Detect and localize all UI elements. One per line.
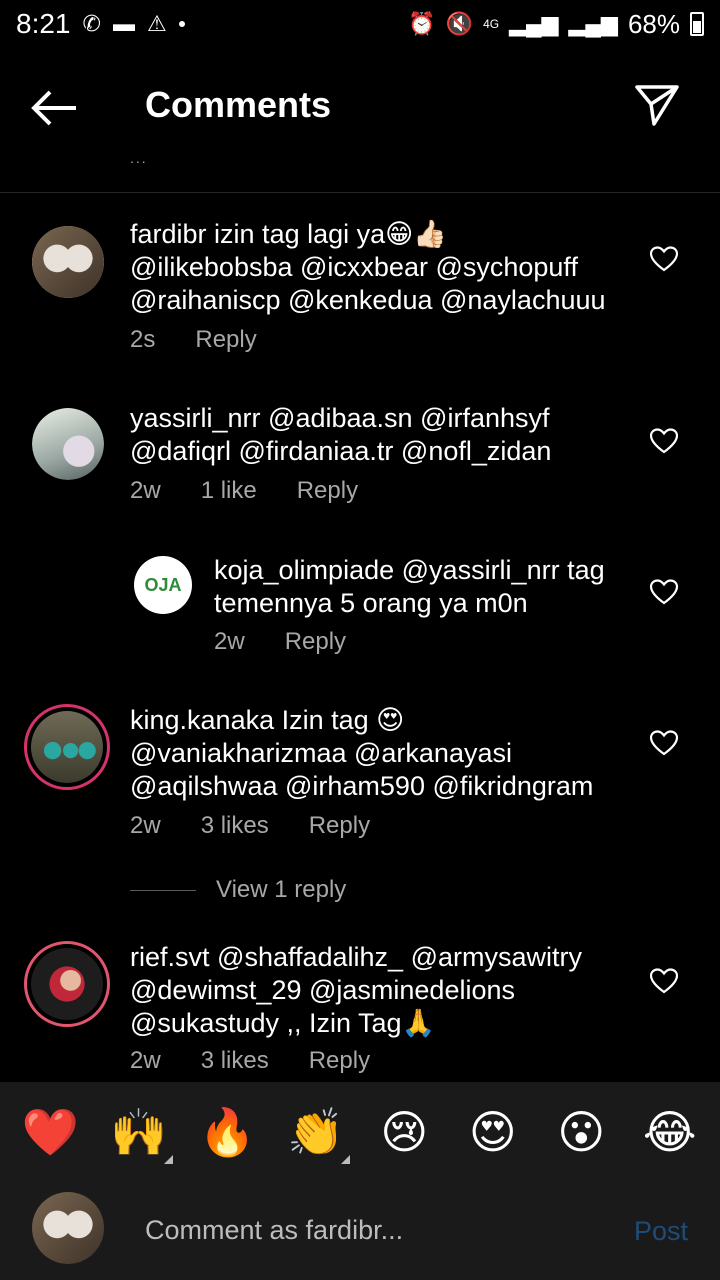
emoji-raised-hands-glyph: 🙌	[110, 1105, 168, 1158]
comment-input[interactable]	[145, 1210, 585, 1250]
emoji-raised-hands-button[interactable]: 🙌	[109, 1105, 173, 1164]
status-bar: 8:21 ✆ ▬ ⚠ ⏰ 🔇 4G ▂▄▆ ▂▄▆ 68%	[0, 0, 720, 48]
whatsapp-icon: ✆	[82, 11, 101, 36]
emoji-clap-glyph: 👏	[287, 1105, 345, 1158]
comment-text: koja_olimpiade @yassirli_nrr tag temenny…	[214, 554, 605, 620]
avatar[interactable]	[32, 226, 104, 298]
comment-meta: 2s Reply	[130, 326, 257, 354]
comment-meta: 2w Reply	[214, 628, 346, 656]
send-icon[interactable]	[634, 82, 680, 128]
comment-time: 2w	[130, 477, 161, 504]
heart-icon[interactable]	[650, 968, 678, 994]
reply-button[interactable]: Reply	[297, 477, 358, 505]
reply-button[interactable]: Reply	[309, 812, 370, 840]
view-replies-button[interactable]: View 1 reply	[130, 876, 346, 904]
comment-text: rief.svt @shaffadalihz_ @armysawitry @de…	[130, 941, 582, 1040]
view-replies-line	[130, 889, 196, 891]
notification-dot-icon	[178, 21, 185, 27]
current-user-avatar	[32, 1192, 104, 1264]
likes-count[interactable]: 3 likes	[201, 812, 269, 840]
comment-username[interactable]: fardibr	[130, 219, 207, 249]
comment-body: @yassirli_nrr tag	[401, 555, 605, 585]
comment-mentions[interactable]: @sukastudy ,, Izin Tag🙏	[130, 1008, 435, 1038]
view-replies-label: View 1 reply	[216, 876, 347, 903]
back-arrow-icon[interactable]	[30, 88, 80, 128]
comment-text: fardibr izin tag lagi ya😁👍🏻 @ilikebobsba…	[130, 218, 606, 317]
comment-text: king.kanaka Izin tag 😍 @vaniakharizmaa @…	[130, 704, 593, 803]
heart-icon[interactable]	[650, 730, 678, 756]
emoji-heart-eyes-button[interactable]: 😍	[463, 1105, 523, 1159]
skin-tone-indicator-icon	[163, 1154, 173, 1164]
emoji-cry-button[interactable]: 😢	[374, 1105, 434, 1159]
comment-mentions[interactable]: @dafiqrl @firdaniaa.tr @nofl_zidan	[130, 436, 551, 466]
comment-meta: 2w 1 like Reply	[130, 477, 358, 505]
comment-username[interactable]: rief.svt	[130, 942, 210, 972]
comment-composer: Post	[0, 1182, 720, 1280]
comment-text: yassirli_nrr @adibaa.sn @irfanhsyf @dafi…	[130, 402, 551, 468]
likes-count[interactable]: 3 likes	[201, 1047, 269, 1075]
heart-icon[interactable]	[650, 428, 678, 454]
signal-icon: ▂▄▆	[509, 11, 559, 36]
status-time: 8:21	[16, 8, 71, 39]
comment-meta: 2w 3 likes Reply	[130, 1047, 370, 1075]
battery-percent: 68%	[627, 8, 680, 39]
divider	[0, 192, 720, 193]
mute-icon: 🔇	[445, 11, 474, 36]
truncated-text: ...	[130, 150, 148, 166]
emoji-surprised-button[interactable]: 😮	[551, 1105, 611, 1159]
comment-body: Izin tag 😍	[281, 705, 405, 735]
comment-meta: 2w 3 likes Reply	[130, 812, 370, 840]
comment-time: 2w	[214, 628, 245, 655]
heart-icon[interactable]	[650, 579, 678, 605]
avatar[interactable]	[32, 408, 104, 480]
comment-time: 2w	[130, 812, 161, 839]
folder-icon: ▬	[112, 11, 135, 36]
reply-button[interactable]: Reply	[309, 1047, 370, 1075]
comment-time: 2w	[130, 1047, 161, 1074]
reply-button[interactable]: Reply	[285, 628, 346, 656]
comment-mentions[interactable]: @raihaniscp @kenkedua @naylachuuu	[130, 285, 606, 315]
header: Comments	[0, 48, 720, 168]
comment-mentions[interactable]: @dewimst_29 @jasminedelions	[130, 975, 515, 1005]
comment-username[interactable]: koja_olimpiade	[214, 555, 394, 585]
reply-button[interactable]: Reply	[195, 326, 256, 354]
emoji-heart-button[interactable]: ❤️	[20, 1105, 80, 1160]
comment-mentions[interactable]: @ilikebobsba @icxxbear @sychopuff	[130, 252, 578, 282]
alarm-icon: ⏰	[408, 11, 436, 36]
avatar[interactable]	[24, 704, 110, 790]
post-button[interactable]: Post	[634, 1216, 688, 1247]
emoji-laugh-button[interactable]: 😂	[640, 1105, 700, 1159]
skin-tone-indicator-icon	[340, 1154, 350, 1164]
comment-body: izin tag lagi ya😁👍🏻	[214, 219, 447, 249]
avatar[interactable]: OJA	[134, 556, 192, 614]
signal-2-icon: ▂▄▆	[568, 11, 618, 36]
comment-username[interactable]: king.kanaka	[130, 705, 274, 735]
page-title: Comments	[145, 84, 332, 125]
comment-mentions[interactable]: @aqilshwaa @irham590 @fikridngram	[130, 771, 593, 801]
koja-logo: OJA	[144, 574, 182, 595]
emoji-clap-button[interactable]: 👏	[286, 1105, 350, 1164]
comment-time: 2s	[130, 326, 156, 353]
likes-count[interactable]: 1 like	[201, 477, 257, 505]
comment-mentions[interactable]: @adibaa.sn @irfanhsyf	[268, 403, 549, 433]
battery-icon	[690, 12, 704, 36]
comment-body: temennya 5 orang ya m0n	[214, 588, 528, 618]
warning-icon: ⚠	[146, 11, 167, 36]
network-type: 4G	[483, 17, 500, 31]
heart-icon[interactable]	[650, 246, 678, 272]
comment-username[interactable]: yassirli_nrr	[130, 403, 261, 433]
comment-mentions[interactable]: @vaniakharizmaa @arkanayasi	[130, 738, 512, 768]
comment-mentions[interactable]: @shaffadalihz_ @armysawitry	[217, 942, 582, 972]
emoji-bar: ❤️ 🙌 🔥 👏 😢 😍 😮 😂	[0, 1082, 720, 1182]
emoji-fire-button[interactable]: 🔥	[197, 1105, 257, 1160]
avatar[interactable]	[24, 941, 110, 1027]
